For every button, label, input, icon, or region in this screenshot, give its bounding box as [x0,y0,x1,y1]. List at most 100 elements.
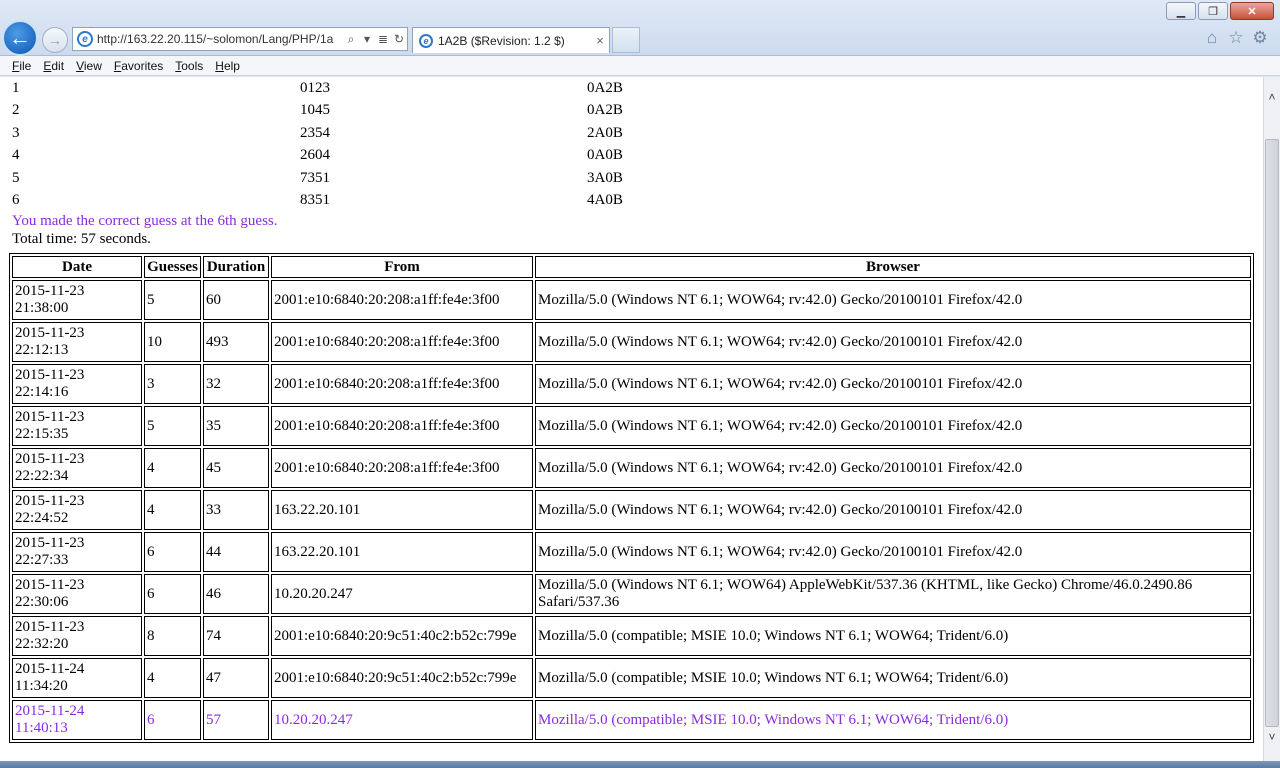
guess-result: 0A2B [587,79,623,96]
close-button[interactable]: ✕ [1230,2,1274,20]
cell-duration: 33 [203,490,269,530]
guess-number: 1 [12,79,20,96]
cell-guesses: 10 [144,322,201,362]
cell-duration: 60 [203,280,269,320]
guess-value: 0123 [300,79,330,96]
guess-number: 2 [12,102,20,118]
back-button[interactable]: ← [2,20,38,56]
cell-browser: Mozilla/5.0 (Windows NT 6.1; WOW64) Appl… [535,574,1251,614]
cell-duration: 45 [203,448,269,488]
tools-gear-icon[interactable]: ⚙ [1248,28,1272,48]
taskbar [0,761,1280,768]
guess-value: 7351 [300,169,330,186]
guess-result: 4A0B [587,192,623,208]
search-icon[interactable]: ⌕ [343,32,359,47]
cell-guesses: 6 [144,700,201,740]
cell-from: 2001:e10:6840:20:208:a1ff:fe4e:3f00 [271,322,533,362]
cell-date: 2015-11-23 22:27:33 [12,532,142,572]
table-row: 2015-11-23 22:24:52 4 33 163.22.20.101 Mozill… [12,490,1251,530]
cell-browser: Mozilla/5.0 (Windows NT 6.1; WOW64; rv:4… [535,532,1251,572]
menu-help[interactable]: Help [209,59,246,73]
col-browser: Browser [535,256,1251,278]
col-guesses: Guesses [144,256,201,278]
history-table: Date Guesses Duration From Browser 2015-… [9,253,1254,743]
cell-date: 2015-11-23 22:32:20 [12,616,142,656]
cell-duration: 47 [203,658,269,698]
guess-result: 3A0B [587,169,623,186]
cell-date-time: 21:38:00 [15,300,69,316]
cell-guesses: 4 [144,490,201,530]
cell-guesses: 4 [144,658,201,698]
menu-view[interactable]: View [70,59,108,73]
cell-from: 163.22.20.101 [271,490,533,530]
scroll-up-icon[interactable]: ˄ [1264,89,1280,106]
cell-from: 10.20.20.247 [271,700,533,740]
address-url[interactable]: http://163.22.20.115/~solomon/Lang/PHP/1… [97,32,343,46]
new-tab-button[interactable] [612,27,640,53]
minimize-button[interactable]: ▁ [1166,2,1196,20]
menu-favorites[interactable]: Favorites [108,59,169,73]
guess-value: 1045 [300,102,330,118]
menu-file[interactable]: File [6,59,37,73]
guess-number: 6 [12,192,20,208]
menu-edit[interactable]: Edit [37,59,70,73]
table-row: 2015-11-23 22:22:34 4 45 2001:e10:6840:20:20… [12,448,1251,488]
scroll-thumb[interactable] [1265,139,1279,727]
guess-number: 4 [12,147,20,163]
cell-browser: Mozilla/5.0 (compatible; MSIE 10.0; Wind… [535,658,1251,698]
cell-duration: 35 [203,406,269,446]
refresh-icon[interactable]: ↻ [391,32,407,46]
cell-guesses: 5 [144,280,201,320]
cell-browser: Mozilla/5.0 (Windows NT 6.1; WOW64; rv:4… [535,322,1251,362]
ie-page-icon: e [77,31,93,47]
back-arrow-icon: ← [9,25,31,50]
cell-from: 2001:e10:6840:20:9c51:40c2:b52c:799e [271,616,533,656]
cell-guesses: 3 [144,364,201,404]
cell-browser: Mozilla/5.0 (compatible; MSIE 10.0; Wind… [535,700,1251,740]
tab-ie-icon: e [419,33,433,48]
cell-date: 2015-11-23 22:15:35 [12,406,142,446]
tab-close-icon[interactable]: × [591,33,609,48]
cell-browser: Mozilla/5.0 (compatible; MSIE 10.0; Wind… [535,616,1251,656]
cell-date-time: 22:27:33 [15,552,69,568]
tab-active[interactable]: e 1A2B ($Revision: 1.2 $) × [412,27,610,53]
cell-date: 2015-11-24 11:34:20 [12,658,142,698]
cell-date-day: 2015-11-23 [15,367,85,383]
cell-browser: Mozilla/5.0 (Windows NT 6.1; WOW64; rv:4… [535,280,1251,320]
guess-value: 2604 [300,147,330,163]
cell-date-time: 22:30:06 [15,594,69,610]
compat-view-icon[interactable]: ≣ [375,32,391,46]
home-icon[interactable]: ⌂ [1200,28,1224,48]
cell-date: 2015-11-23 22:24:52 [12,490,142,530]
cell-guesses: 6 [144,574,201,614]
cell-date: 2015-11-24 11:40:13 [12,700,142,740]
table-header-row: Date Guesses Duration From Browser [12,256,1251,278]
cell-date: 2015-11-23 22:22:34 [12,448,142,488]
scroll-down-icon[interactable]: ˅ [1264,729,1280,746]
cell-browser: Mozilla/5.0 (Windows NT 6.1; WOW64; rv:4… [535,406,1251,446]
success-message: You made the correct guess at the 6th gu… [12,213,278,229]
cell-duration: 44 [203,532,269,572]
table-row: 2015-11-23 21:38:00 5 60 2001:e10:6840:20:20… [12,280,1251,320]
cell-duration: 493 [203,322,269,362]
cell-date-day: 2015-11-23 [15,535,85,551]
total-time: Total time: 57 seconds. [12,231,151,247]
vertical-scrollbar[interactable]: ˄ ˅ [1263,77,1280,761]
cell-browser: Mozilla/5.0 (Windows NT 6.1; WOW64; rv:4… [535,364,1251,404]
cell-date-day: 2015-11-23 [15,325,85,341]
forward-button[interactable]: → [42,27,68,53]
cell-browser: Mozilla/5.0 (Windows NT 6.1; WOW64; rv:4… [535,490,1251,530]
address-bar[interactable]: e http://163.22.20.115/~solomon/Lang/PHP… [72,27,408,51]
cell-guesses: 4 [144,448,201,488]
guess-number: 3 [12,124,20,141]
cell-duration: 57 [203,700,269,740]
table-row: 2015-11-24 11:34:20 4 47 2001:e10:6840:20:9c… [12,658,1251,698]
cell-from: 163.22.20.101 [271,532,533,572]
dropdown-icon[interactable]: ▾ [359,32,375,46]
menu-tools[interactable]: Tools [169,59,209,73]
table-row: 2015-11-23 22:14:16 3 32 2001:e10:6840:20:20… [12,364,1251,404]
cell-duration: 32 [203,364,269,404]
favorites-star-icon[interactable]: ☆ [1224,28,1248,48]
cell-from: 2001:e10:6840:20:208:a1ff:fe4e:3f00 [271,280,533,320]
restore-button[interactable]: ❐ [1198,2,1228,20]
